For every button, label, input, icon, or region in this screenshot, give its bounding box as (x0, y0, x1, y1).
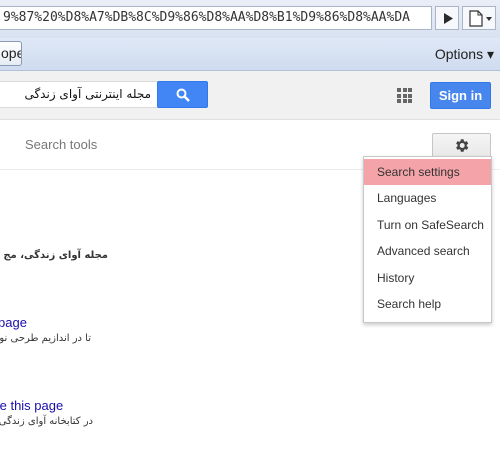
browser-toolbar: ope Options ▾ (0, 38, 500, 71)
menu-item-search-settings[interactable]: Search settings (364, 159, 491, 185)
result-link[interactable]: page (0, 315, 27, 330)
page-icon (469, 10, 492, 27)
menu-item-languages[interactable]: Languages (364, 185, 491, 211)
settings-menu: Search settings Languages Turn on SafeSe… (363, 156, 492, 323)
result-link[interactable]: te this page (0, 398, 63, 413)
sign-in-button[interactable]: Sign in (430, 82, 491, 109)
search-icon (176, 88, 190, 102)
apps-grid-icon[interactable] (397, 88, 412, 103)
gear-icon (456, 139, 469, 152)
toolbar-button[interactable]: ope (0, 41, 22, 66)
play-arrow-icon (444, 13, 453, 24)
settings-button[interactable] (432, 133, 491, 158)
result-snippet: تا در اندازیم طرحی نو ب (0, 333, 91, 344)
menu-item-safesearch[interactable]: Turn on SafeSearch (364, 212, 491, 238)
page-menu-button[interactable] (462, 6, 496, 30)
menu-item-advanced-search[interactable]: Advanced search (364, 238, 491, 264)
search-tools-link[interactable]: Search tools (25, 137, 97, 152)
url-field[interactable]: 9%87%20%D8%A7%DB%8C%D9%86%D8%AA%D8%B1%D9… (0, 6, 432, 30)
result-snippet: مجله آوای زندگی، مج (3, 250, 108, 261)
search-button[interactable] (157, 81, 208, 108)
go-button[interactable] (435, 6, 459, 30)
result-snippet: در کتابخانه آوای زندگی، ه (0, 416, 93, 427)
address-bar: 9%87%20%D8%A7%DB%8C%D9%86%D8%AA%D8%B1%D9… (0, 0, 500, 39)
options-menu[interactable]: Options ▾ (435, 46, 494, 63)
google-header: مجله اینترنتی آوای زندگی Sign in (0, 71, 500, 120)
search-input[interactable]: مجله اینترنتی آوای زندگی (0, 81, 158, 108)
menu-item-search-help[interactable]: Search help (364, 291, 491, 317)
menu-item-history[interactable]: History (364, 265, 491, 291)
